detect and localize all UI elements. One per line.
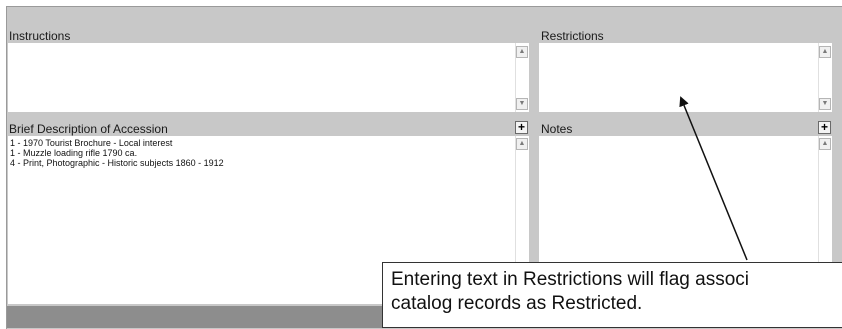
callout-line-1: Entering text in Restrictions will flag … [391, 269, 749, 290]
callout-note: Entering text in Restrictions will flag … [382, 262, 842, 328]
callout-line-2: catalog records as Restricted. [391, 293, 643, 314]
arrow-line [679, 96, 748, 261]
